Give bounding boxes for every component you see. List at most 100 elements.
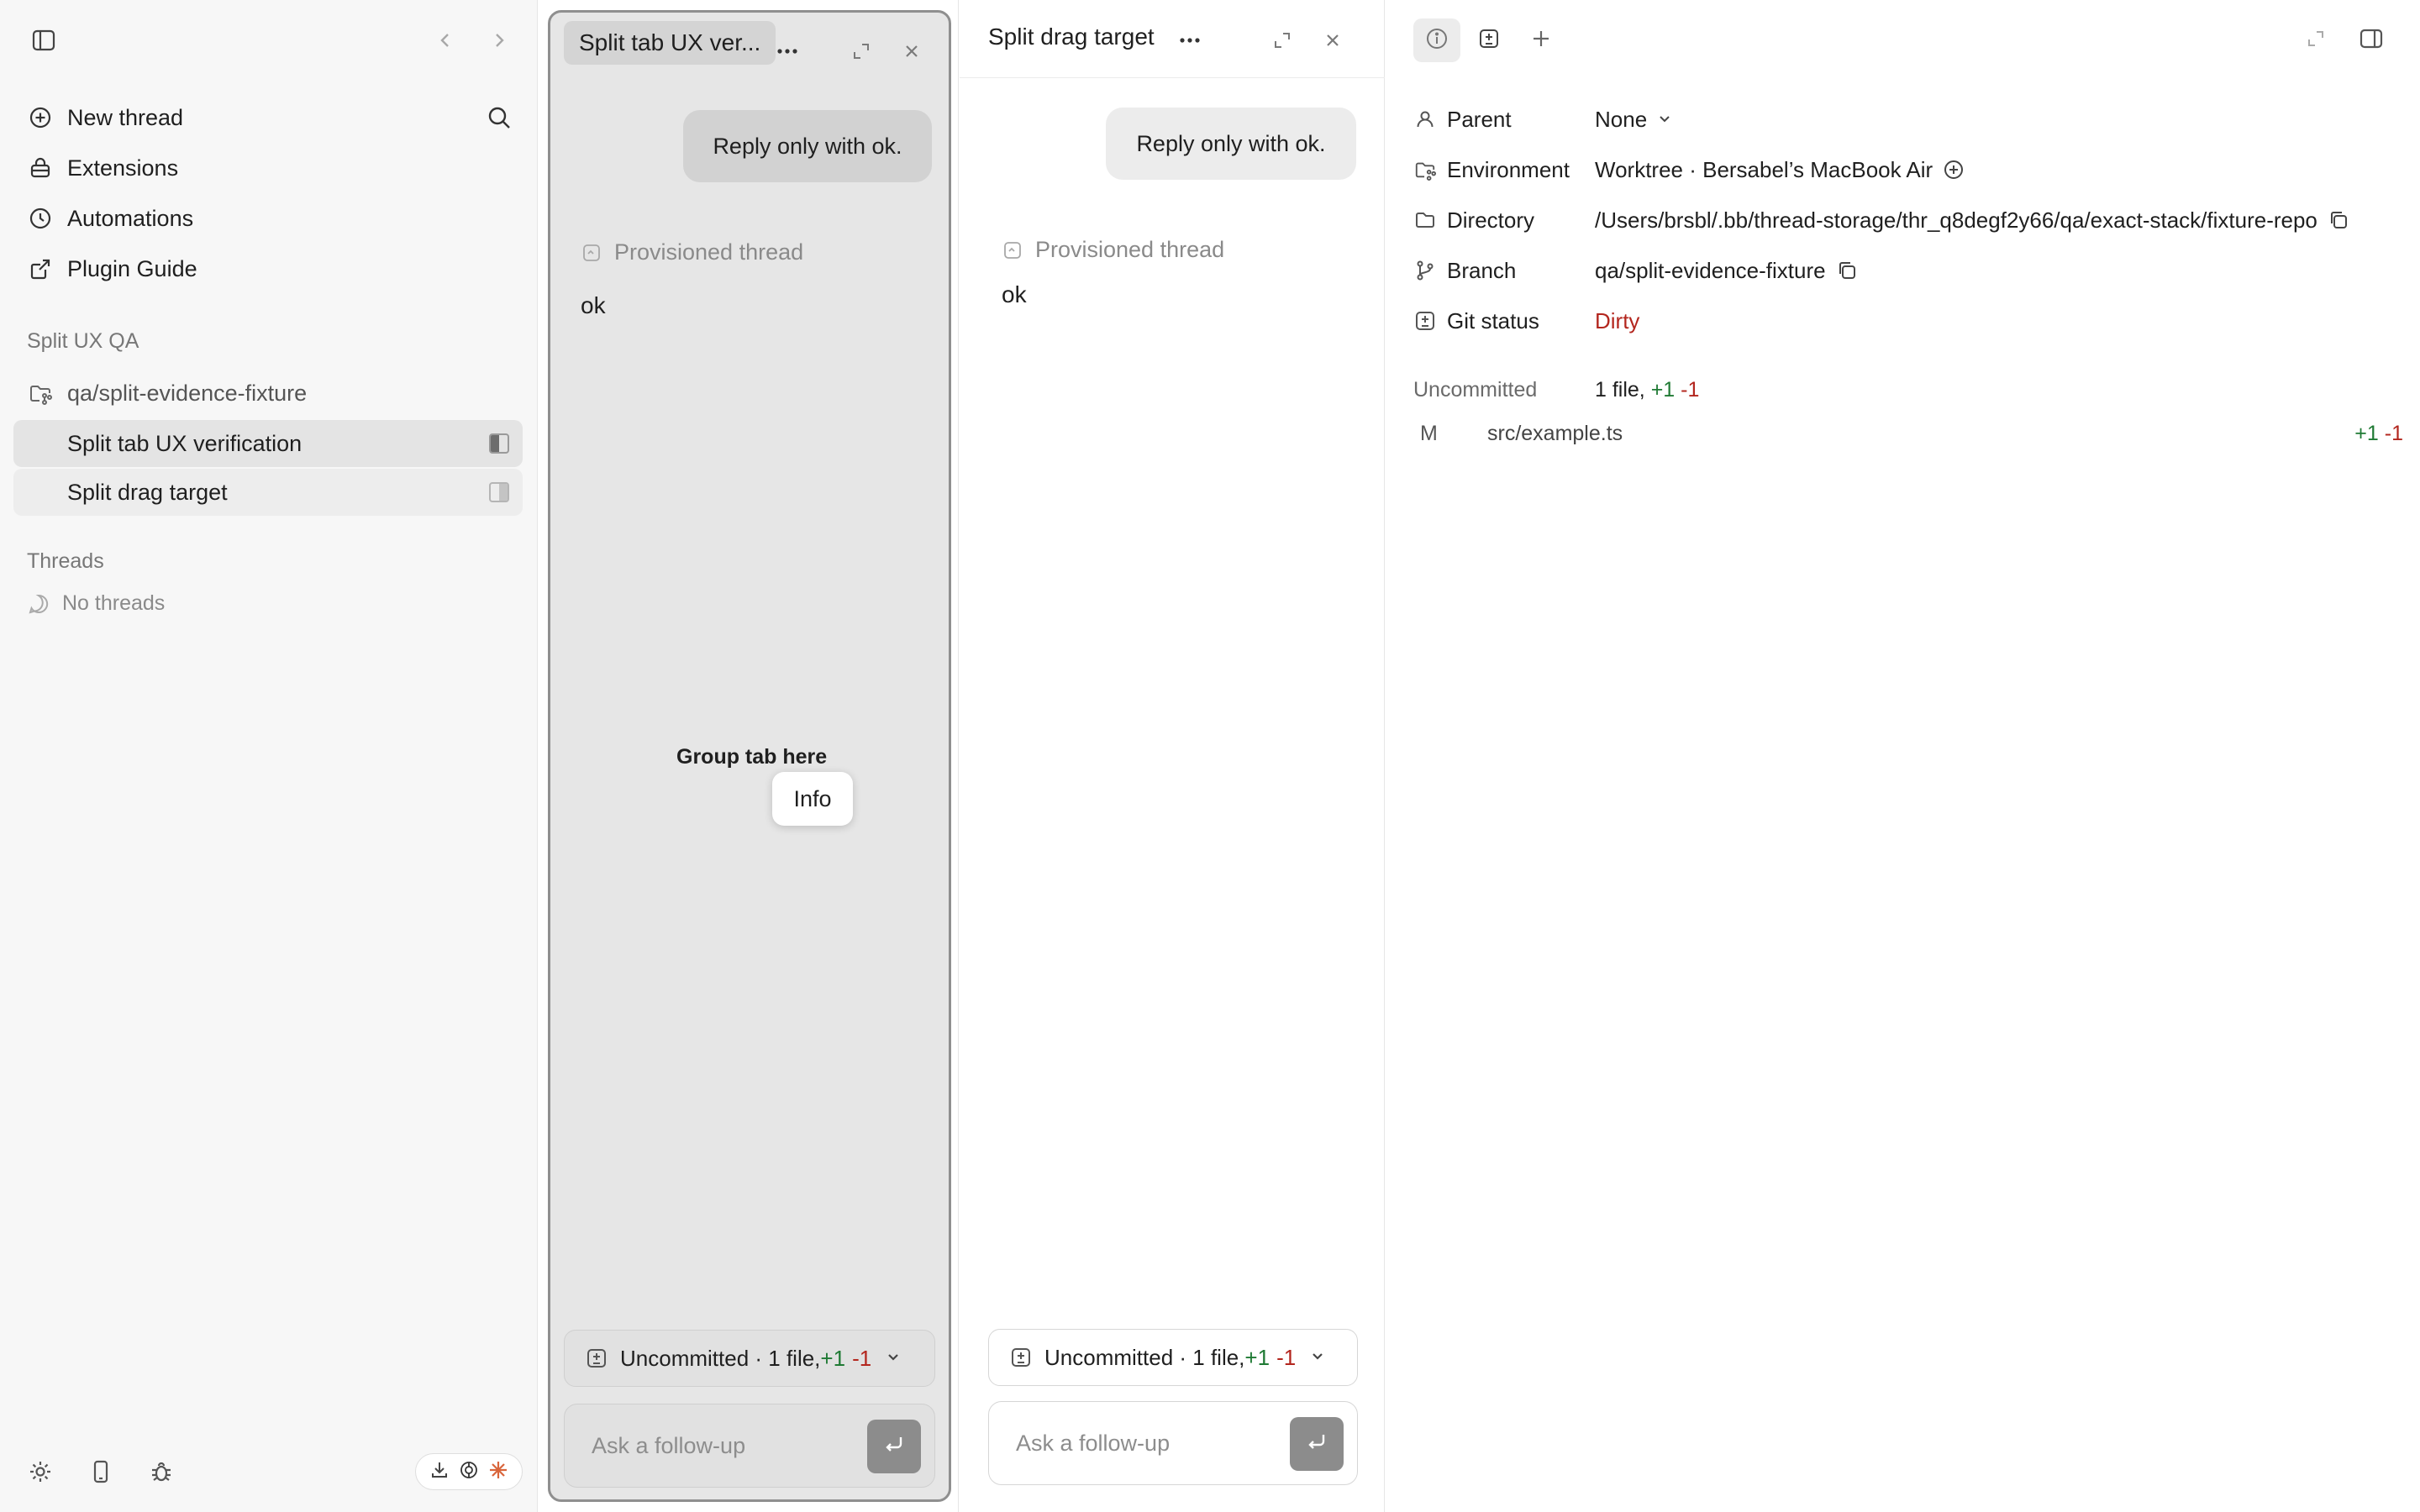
expand-icon[interactable] bbox=[844, 34, 878, 68]
no-threads-message: No threads bbox=[27, 591, 165, 616]
uncommitted-summary: Uncommitted · 1 file, bbox=[1044, 1344, 1245, 1370]
file-path: src/example.ts bbox=[1487, 421, 1623, 445]
git-status-row: Git status Dirty bbox=[1413, 302, 1639, 339]
external-link-icon bbox=[27, 255, 54, 282]
app-window: New thread Extensions Automations Plugin… bbox=[0, 0, 2420, 1512]
parent-value: None bbox=[1595, 106, 1648, 132]
search-icon[interactable] bbox=[481, 99, 518, 136]
branch-label: Branch bbox=[1447, 257, 1517, 283]
uncommitted-changes-dropdown[interactable]: Uncommitted · 1 file, +1 -1 bbox=[988, 1329, 1358, 1386]
pane-tab-split-tab-ux[interactable]: Split tab UX ver... bbox=[564, 21, 776, 65]
plugin-guide-button[interactable]: Plugin Guide bbox=[13, 245, 523, 292]
user-message-bubble: Reply only with ok. bbox=[1106, 108, 1356, 180]
added-count: +1 bbox=[2354, 421, 2379, 445]
back-arrow-icon[interactable] bbox=[427, 22, 464, 59]
sparkle-icon bbox=[488, 1460, 508, 1484]
uncommitted-changes-dropdown[interactable]: Uncommitted · 1 file, +1 -1 bbox=[564, 1330, 935, 1387]
close-icon[interactable] bbox=[895, 34, 929, 68]
settings-gear-icon[interactable] bbox=[22, 1453, 59, 1490]
directory-row: Directory /Users/brsbl/.bb/thread-storag… bbox=[1413, 202, 2349, 239]
diff-icon bbox=[1413, 309, 1437, 333]
chevron-down-icon bbox=[1657, 112, 1672, 127]
diff-icon bbox=[1009, 1346, 1033, 1369]
info-tab[interactable] bbox=[1413, 18, 1460, 62]
user-message-text: Reply only with ok. bbox=[713, 133, 902, 159]
close-icon[interactable] bbox=[1316, 24, 1349, 57]
removed-count: -1 bbox=[852, 1345, 872, 1371]
file-diff-stats: +1 -1 bbox=[2354, 422, 2403, 446]
more-options-icon[interactable] bbox=[771, 34, 804, 68]
user-message-bubble: Reply only with ok. bbox=[683, 110, 932, 182]
openai-icon bbox=[459, 1460, 479, 1484]
environment-row: Environment Worktree · Bersabel’s MacBoo… bbox=[1413, 151, 1965, 188]
folder-branch-icon bbox=[1413, 158, 1437, 181]
sidebar: New thread Extensions Automations Plugin… bbox=[0, 0, 538, 1512]
provisioned-thread-status: Provisioned thread bbox=[581, 239, 803, 265]
automations-button[interactable]: Automations bbox=[13, 195, 523, 242]
sidebar-thread-split-drag-target[interactable]: Split drag target bbox=[13, 469, 523, 516]
toggle-panel-button[interactable] bbox=[2348, 18, 2395, 62]
expand-panel-button[interactable] bbox=[2292, 18, 2339, 62]
thread-label: Split drag target bbox=[67, 479, 228, 505]
more-options-icon[interactable] bbox=[1173, 24, 1207, 57]
git-status-label: Git status bbox=[1447, 307, 1539, 333]
changed-file-row[interactable]: M src/example.ts +1 -1 bbox=[1420, 415, 2403, 452]
pane-tab-title: Split drag target bbox=[988, 24, 1155, 50]
branch-row: Branch qa/split-evidence-fixture bbox=[1413, 252, 1858, 289]
uncommitted-summary: Uncommitted · 1 file, bbox=[620, 1345, 821, 1371]
return-arrow-icon bbox=[882, 1432, 906, 1462]
new-thread-button[interactable]: New thread bbox=[13, 94, 523, 141]
chevron-down-icon bbox=[1309, 1345, 1326, 1371]
follow-up-input[interactable]: Ask a follow-up bbox=[988, 1401, 1358, 1485]
extensions-button[interactable]: Extensions bbox=[13, 144, 523, 192]
forward-arrow-icon[interactable] bbox=[481, 22, 518, 59]
uncommitted-label: Uncommitted bbox=[1413, 378, 1538, 402]
info-panel: Parent None Environment Worktree · Bersa… bbox=[1386, 0, 2420, 1512]
pane-tab-split-drag-target[interactable]: Split drag target bbox=[988, 24, 1155, 50]
git-status-value: Dirty bbox=[1595, 307, 1640, 333]
nav-label: Extensions bbox=[67, 155, 179, 181]
git-branch-icon bbox=[1413, 259, 1437, 282]
provisioned-thread-status: Provisioned thread bbox=[1002, 237, 1224, 263]
chevron-down-icon bbox=[885, 1346, 902, 1372]
add-tab-button[interactable] bbox=[1518, 18, 1565, 62]
tooltip-text: Info bbox=[793, 785, 832, 811]
bug-icon[interactable] bbox=[143, 1453, 180, 1490]
mobile-device-icon[interactable] bbox=[82, 1453, 119, 1490]
provisioned-label: Provisioned thread bbox=[1035, 237, 1225, 262]
status-badge[interactable] bbox=[415, 1453, 523, 1490]
diff-icon bbox=[585, 1347, 608, 1370]
toggle-sidebar-icon[interactable] bbox=[25, 22, 62, 59]
split-left-pane-icon bbox=[489, 433, 509, 454]
added-count: +1 bbox=[1650, 378, 1676, 402]
threads-section-label: Threads bbox=[27, 549, 104, 573]
info-circle-icon bbox=[1425, 27, 1449, 55]
extensions-icon bbox=[27, 155, 54, 181]
diff-tab[interactable] bbox=[1465, 18, 1512, 62]
pane-header-divider bbox=[960, 77, 1385, 78]
no-threads-label: No threads bbox=[62, 591, 166, 615]
parent-select[interactable]: None bbox=[1595, 107, 1672, 133]
provisioned-label: Provisioned thread bbox=[614, 239, 804, 265]
pane-tab-title: Split tab UX ver... bbox=[579, 29, 761, 55]
project-item[interactable]: qa/split-evidence-fixture bbox=[13, 370, 523, 417]
parent-row: Parent None bbox=[1413, 101, 1672, 138]
parent-label: Parent bbox=[1447, 106, 1512, 132]
nav-label: New thread bbox=[67, 104, 184, 130]
environment-value: Worktree · Bersabel’s MacBook Air bbox=[1595, 156, 1933, 182]
add-environment-icon[interactable] bbox=[1943, 159, 1965, 181]
composer-placeholder: Ask a follow-up bbox=[1016, 1430, 1171, 1456]
split-right-pane-icon bbox=[489, 482, 509, 502]
assistant-reply: ok bbox=[581, 292, 606, 318]
folder-branch-icon bbox=[27, 380, 54, 407]
copy-icon[interactable] bbox=[1836, 260, 1858, 281]
clock-icon bbox=[27, 205, 54, 232]
copy-icon[interactable] bbox=[2328, 209, 2349, 231]
follow-up-input[interactable]: Ask a follow-up bbox=[564, 1404, 935, 1488]
expand-icon[interactable] bbox=[1265, 24, 1299, 57]
file-status: M bbox=[1420, 421, 1438, 445]
send-button[interactable] bbox=[1290, 1417, 1344, 1471]
send-button[interactable] bbox=[867, 1420, 921, 1473]
sidebar-thread-split-tab-ux[interactable]: Split tab UX verification bbox=[13, 420, 523, 467]
pane-divider[interactable] bbox=[958, 0, 959, 1512]
